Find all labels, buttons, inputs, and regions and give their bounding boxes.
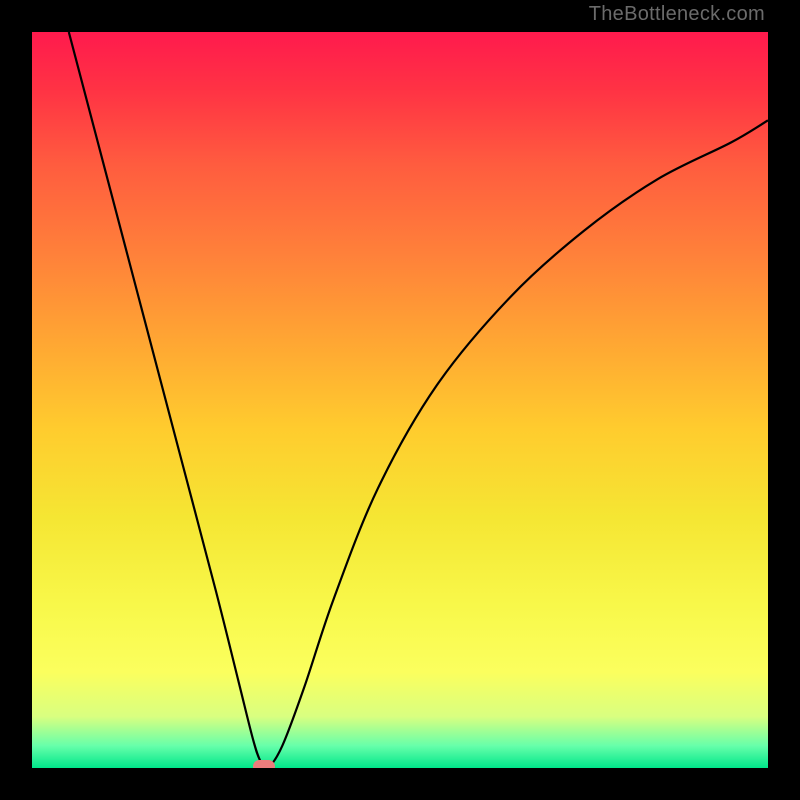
watermark-text: TheBottleneck.com — [589, 3, 765, 26]
minimum-marker — [253, 760, 275, 768]
bottleneck-curve — [32, 32, 768, 768]
chart-area — [32, 32, 768, 768]
